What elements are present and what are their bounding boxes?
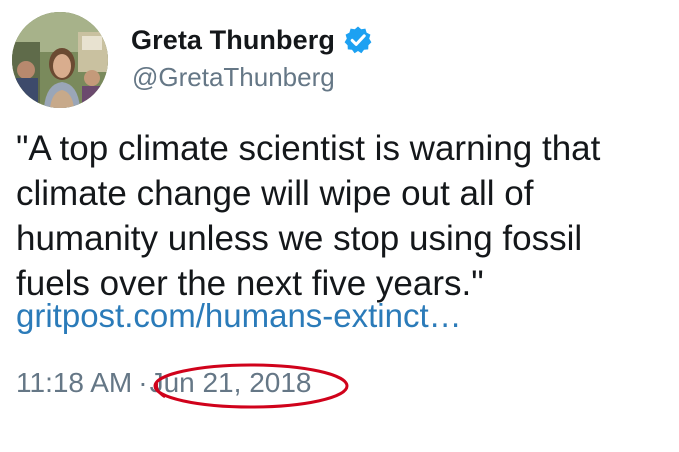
tweet-date[interactable]: Jun 21, 2018: [150, 367, 312, 398]
tweet-text-line: "A top climate scientist is warning that: [16, 129, 601, 168]
tweet-timestamp: 11:18 AM ·Jun 21, 2018: [16, 363, 311, 403]
tweet-text-line: climate change will wipe out all of: [16, 174, 534, 213]
tweet-card: Greta Thunberg @GretaThunberg "A top cli…: [0, 0, 679, 452]
verified-badge-icon: [343, 25, 373, 55]
tweet-text: "A top climate scientist is warning that…: [16, 126, 666, 306]
display-name[interactable]: Greta Thunberg: [131, 25, 335, 56]
separator-dot: ·: [138, 367, 148, 398]
name-row: Greta Thunberg: [131, 20, 373, 60]
tweet-link[interactable]: gritpost.com/humans-extinct…: [16, 296, 462, 336]
user-handle[interactable]: @GretaThunberg: [132, 62, 335, 93]
profile-avatar[interactable]: [12, 12, 108, 108]
tweet-text-line: humanity unless we stop using fossil: [16, 219, 583, 258]
tweet-time[interactable]: 11:18 AM: [16, 367, 132, 398]
avatar-photo-icon: [12, 12, 108, 108]
